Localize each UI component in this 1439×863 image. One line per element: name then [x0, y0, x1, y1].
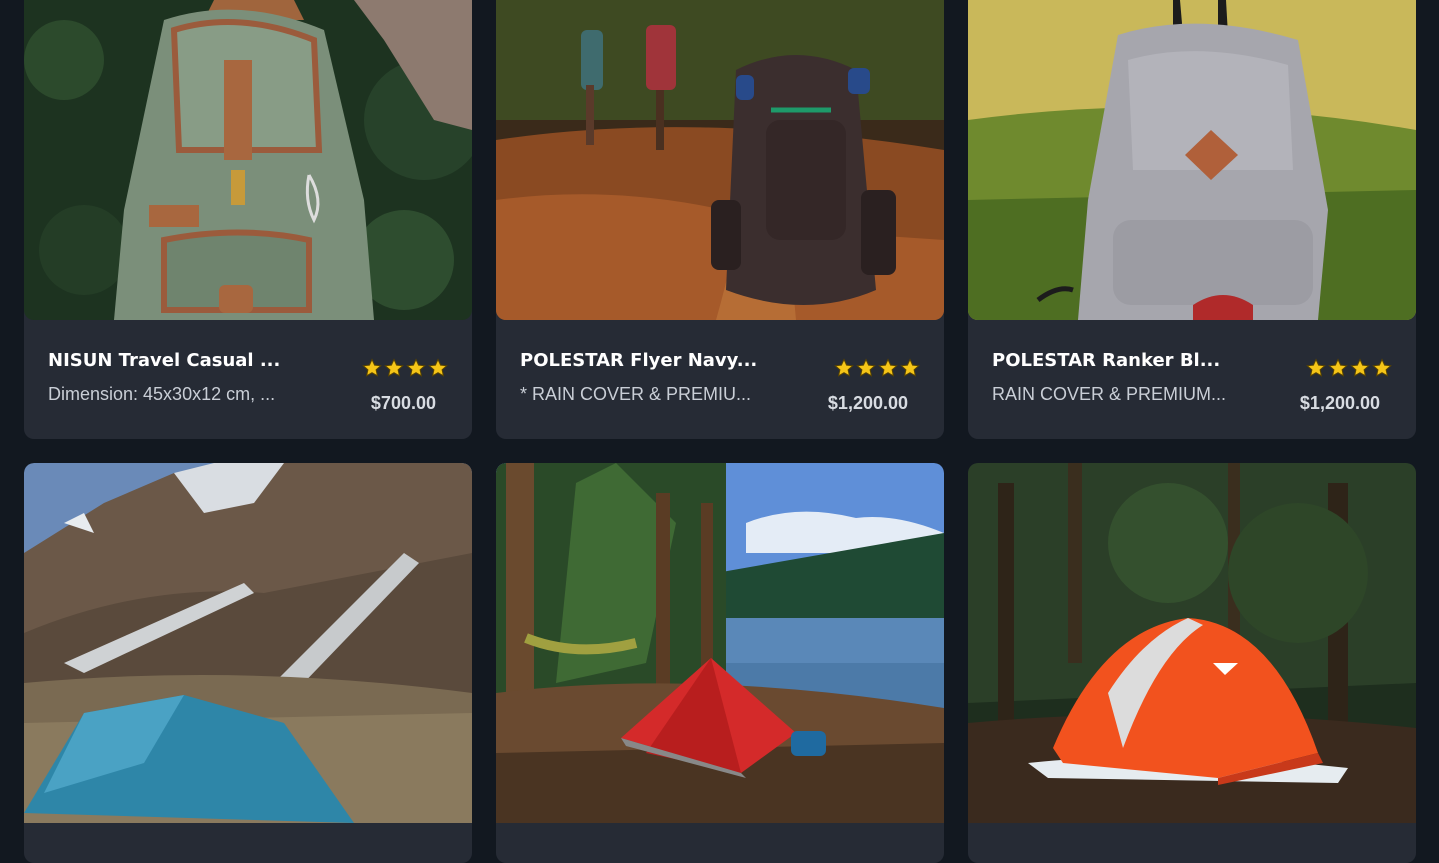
product-card[interactable]: POLESTAR Ranker Bl... RAIN COVER & PREMI…	[968, 0, 1416, 439]
product-image[interactable]	[24, 463, 472, 823]
product-price: $1,200.00	[827, 393, 908, 413]
product-card[interactable]	[24, 463, 472, 863]
product-description: RAIN COVER & PREMIUM...	[992, 384, 1227, 404]
star-icon	[856, 358, 876, 377]
product-image[interactable]	[496, 0, 944, 320]
product-image[interactable]	[968, 463, 1416, 823]
product-grid: NISUN Travel Casual ... Dimension: 45x30…	[24, 0, 1416, 863]
star-icon	[406, 358, 426, 377]
rating-stars	[834, 358, 920, 378]
rating-stars	[1306, 358, 1392, 378]
product-price: $700.00	[370, 393, 436, 413]
product-info: NISUN Travel Casual ... Dimension: 45x30…	[48, 320, 448, 439]
product-title[interactable]: POLESTAR Ranker Bl...	[992, 350, 1262, 371]
product-price: $1,200.00	[1299, 393, 1380, 413]
star-icon	[878, 358, 898, 377]
rating-stars	[362, 358, 448, 378]
star-icon	[1306, 358, 1326, 377]
product-info: POLESTAR Ranker Bl... RAIN COVER & PREMI…	[992, 320, 1392, 439]
product-title[interactable]: NISUN Travel Casual ...	[48, 350, 318, 371]
product-card[interactable]	[496, 463, 944, 863]
product-image[interactable]	[968, 0, 1416, 320]
product-title[interactable]: POLESTAR Flyer Navy...	[520, 350, 790, 371]
product-description: * RAIN COVER & PREMIU...	[520, 384, 752, 404]
star-icon	[1328, 358, 1348, 377]
product-image[interactable]	[24, 0, 472, 320]
star-icon	[362, 358, 382, 377]
product-card[interactable]: NISUN Travel Casual ... Dimension: 45x30…	[24, 0, 472, 439]
star-icon	[1372, 358, 1392, 377]
product-image[interactable]	[496, 463, 944, 823]
product-card[interactable]	[968, 463, 1416, 863]
star-icon	[1350, 358, 1370, 377]
star-icon	[900, 358, 920, 377]
product-card[interactable]: POLESTAR Flyer Navy... * RAIN COVER & PR…	[496, 0, 944, 439]
star-icon	[384, 358, 404, 377]
star-icon	[428, 358, 448, 377]
product-info: POLESTAR Flyer Navy... * RAIN COVER & PR…	[520, 320, 920, 439]
star-icon	[834, 358, 854, 377]
product-description: Dimension: 45x30x12 cm, ...	[48, 384, 276, 404]
